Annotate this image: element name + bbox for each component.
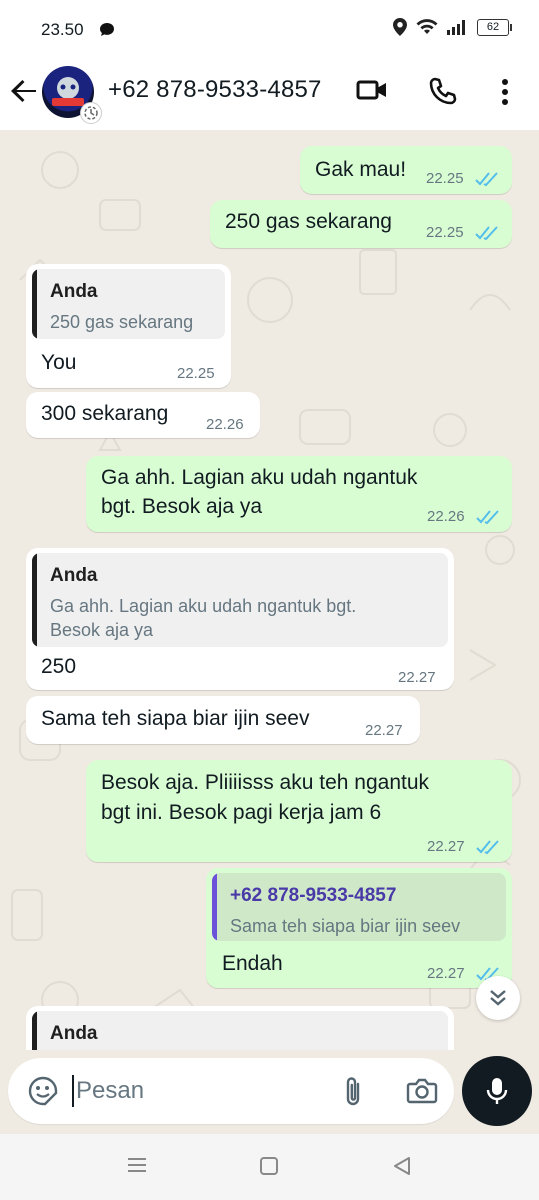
double-chevron-down-icon [490, 990, 506, 1006]
quote-author: Anda [50, 1023, 98, 1044]
message-bubble-incoming[interactable]: Anda [26, 1006, 454, 1050]
message-bubble-incoming[interactable]: Anda Ga ahh. Lagian aku udah ngantuk bgt… [26, 548, 454, 690]
sticker-icon[interactable] [28, 1076, 58, 1106]
double-check-icon [476, 840, 499, 855]
chat-header: +62 878-9533-4857 [0, 56, 539, 130]
message-time: 22.25 [177, 365, 215, 382]
quote-text: 250 gas sekarang [50, 312, 194, 332]
scroll-to-bottom-button[interactable] [476, 976, 520, 1020]
message-bubble-incoming[interactable]: Sama teh siapa biar ijin seev 22.27 [26, 696, 420, 744]
video-call-icon[interactable] [356, 76, 388, 104]
more-vert-icon[interactable] [500, 78, 510, 106]
double-check-icon [475, 226, 498, 241]
quoted-message[interactable]: Anda 250 gas sekarang [32, 269, 225, 339]
quote-text-line: Ga ahh. Lagian aku udah ngantuk bgt. [50, 596, 357, 616]
arrow-left-icon[interactable] [10, 77, 38, 105]
voice-message-button[interactable] [462, 1056, 532, 1126]
camera-icon[interactable] [406, 1077, 438, 1105]
message-time: 22.27 [365, 722, 403, 739]
message-time: 22.26 [427, 508, 465, 525]
message-bubble-incoming[interactable]: Anda 250 gas sekarang You 22.25 [26, 264, 231, 388]
quoted-message[interactable]: Anda Ga ahh. Lagian aku udah ngantuk bgt… [32, 553, 448, 647]
status-badge [80, 102, 102, 124]
signal-icon [447, 20, 465, 35]
message-text: You [41, 351, 77, 374]
message-text: 250 [41, 655, 77, 678]
back-nav-icon[interactable] [392, 1156, 412, 1176]
message-text: 250 gas sekarang [225, 210, 392, 233]
quote-author: Anda [50, 281, 98, 302]
message-text-line: Ga ahh. Lagian aku udah ngantuk [101, 466, 418, 489]
message-bubble-incoming[interactable]: 300 sekarang 22.26 [26, 392, 260, 438]
message-input[interactable] [70, 1074, 326, 1108]
message-time: 22.26 [206, 416, 244, 433]
message-bubble-outgoing[interactable]: Besok aja. Pliiiisss aku teh ngantuk bgt… [86, 760, 512, 862]
phone-icon[interactable] [428, 76, 458, 106]
message-bubble-outgoing[interactable]: Ga ahh. Lagian aku udah ngantuk bgt. Bes… [86, 456, 512, 532]
mic-icon [486, 1078, 508, 1104]
message-bubble-outgoing[interactable]: Gak mau! 22.25 [300, 146, 512, 194]
recent-apps-icon[interactable] [126, 1156, 148, 1174]
quoted-message[interactable]: +62 878-9533-4857 Sama teh siapa biar ij… [212, 873, 506, 941]
double-check-icon [475, 172, 498, 187]
quoted-message[interactable]: Anda [32, 1011, 448, 1050]
chat-notification-icon [100, 23, 114, 36]
battery-indicator: 62 [477, 18, 512, 36]
message-text-line: bgt. Besok aja ya [101, 495, 263, 518]
quote-bar [32, 1011, 37, 1050]
quote-bar [212, 873, 217, 941]
home-icon[interactable] [259, 1156, 279, 1176]
system-nav-bar [0, 1134, 539, 1200]
message-text: Sama teh siapa biar ijin seev [41, 707, 310, 730]
message-list[interactable]: Gak mau! 22.25 250 gas sekarang 22.25 An… [0, 130, 539, 1050]
message-composer [8, 1058, 454, 1124]
contact-name[interactable]: +62 878-9533-4857 [108, 76, 322, 104]
message-bubble-outgoing[interactable]: +62 878-9533-4857 Sama teh siapa biar ij… [206, 868, 512, 988]
paperclip-icon[interactable] [340, 1075, 366, 1109]
message-time: 22.27 [398, 669, 436, 686]
wifi-icon [416, 19, 438, 34]
quote-text: Sama teh siapa biar ijin seev [230, 916, 461, 936]
quote-author: +62 878-9533-4857 [230, 885, 397, 906]
quote-bar [32, 269, 37, 339]
quote-text-line: Besok aja ya [50, 620, 154, 640]
message-bubble-outgoing[interactable]: 250 gas sekarang 22.25 [210, 200, 512, 248]
message-time: 22.27 [427, 965, 465, 982]
message-time: 22.25 [426, 224, 464, 241]
quote-bar [32, 553, 37, 647]
message-text-line: bgt ini. Besok pagi kerja jam 6 [101, 801, 382, 824]
message-text: 300 sekarang [41, 402, 169, 425]
status-bar: 23.50 62 [0, 0, 539, 56]
message-text: Gak mau! [315, 158, 407, 181]
status-time: 23.50 [41, 20, 84, 39]
location-icon [393, 18, 407, 36]
double-check-icon [476, 510, 499, 525]
message-text-line: Besok aja. Pliiiisss aku teh ngantuk [101, 771, 430, 794]
message-time: 22.27 [427, 838, 465, 855]
quote-author: Anda [50, 565, 98, 586]
message-time: 22.25 [426, 170, 464, 187]
message-text: Endah [222, 952, 283, 975]
